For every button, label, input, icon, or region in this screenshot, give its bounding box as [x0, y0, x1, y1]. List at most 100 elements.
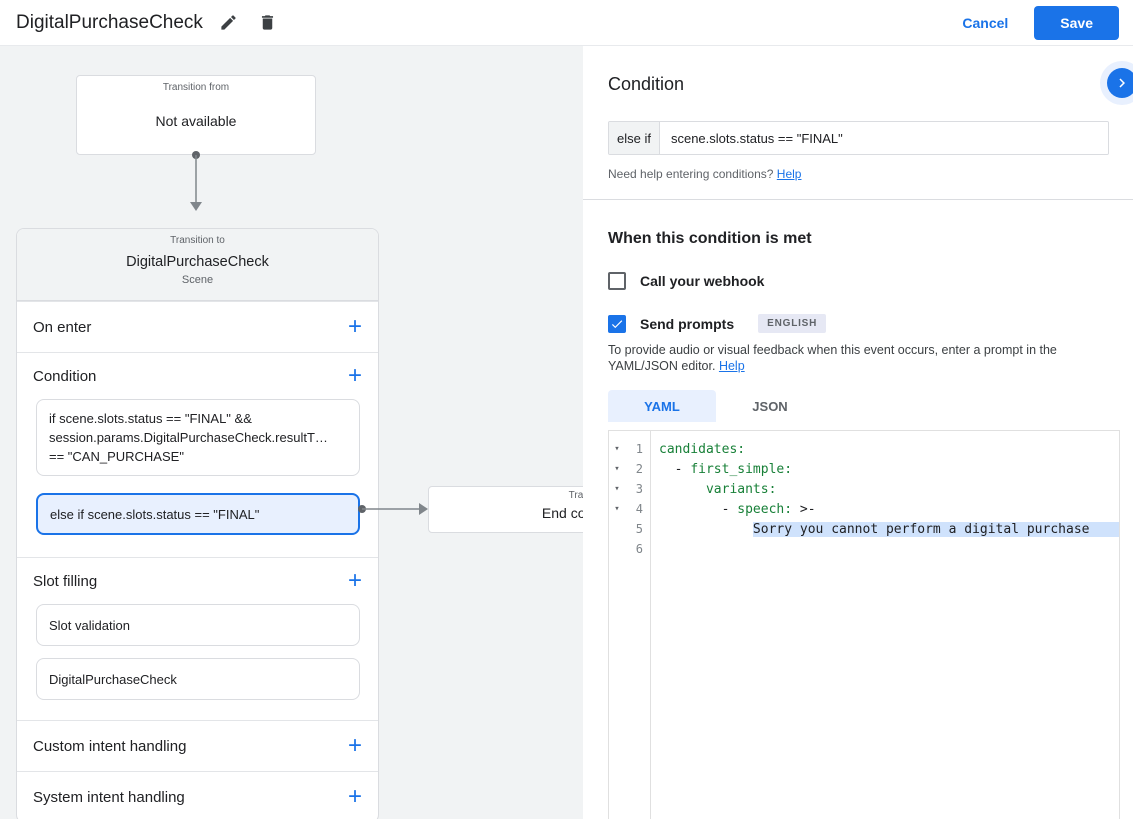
- fold-arrow-icon[interactable]: ▾: [609, 444, 625, 454]
- code-line[interactable]: - speech: >-: [651, 499, 1119, 519]
- fold-arrow-icon[interactable]: ▾: [609, 504, 625, 514]
- line-number: 4: [635, 502, 643, 516]
- code-line[interactable]: - first_simple:: [651, 459, 1119, 479]
- arrowhead-right-icon: [419, 503, 428, 515]
- add-custom-intent-button[interactable]: +: [348, 734, 362, 758]
- header-left: DigitalPurchaseCheck: [16, 9, 281, 36]
- condition-input[interactable]: [659, 122, 1108, 154]
- add-on-enter-button[interactable]: +: [348, 315, 362, 339]
- help-link[interactable]: Help: [777, 167, 802, 181]
- help-text: Need help entering conditions?: [608, 167, 774, 181]
- on-enter-row[interactable]: On enter +: [17, 302, 378, 352]
- condition-expression-row: else if: [608, 121, 1109, 155]
- add-condition-button[interactable]: +: [348, 364, 362, 388]
- fold-arrow-icon[interactable]: ▾: [609, 484, 625, 494]
- trash-icon: [261, 15, 273, 30]
- code-token: candidates:: [659, 441, 746, 457]
- webhook-row: Call your webhook: [608, 272, 1120, 290]
- section-slot-filling: Slot filling + Slot validation DigitalPu…: [17, 557, 378, 720]
- end-conversation-node[interactable]: Transition to End conversation: [428, 486, 583, 533]
- custom-intent-row[interactable]: Custom intent handling +: [17, 721, 378, 771]
- condition-if-node[interactable]: if scene.slots.status == "FINAL" && sess…: [36, 399, 360, 476]
- add-system-intent-button[interactable]: +: [348, 785, 362, 809]
- gutter-row: ▾ 3: [609, 479, 650, 499]
- section-custom-intent: Custom intent handling +: [17, 720, 378, 771]
- save-button[interactable]: Save: [1034, 5, 1119, 40]
- code-line[interactable]: [651, 539, 1119, 559]
- code-line[interactable]: Sorry you cannot perform a digital purch…: [651, 519, 1119, 539]
- prompt-description-text: To provide audio or visual feedback when…: [608, 343, 1057, 373]
- highlighted-code-token: Sorry you cannot perform a digital purch…: [752, 521, 1119, 537]
- line-number: 1: [635, 442, 643, 456]
- code-token: -: [659, 501, 738, 517]
- line-number: 5: [635, 522, 643, 536]
- code-token: first_simple:: [690, 461, 793, 477]
- line-number: 6: [635, 542, 643, 556]
- header: DigitalPurchaseCheck Cancel Save: [0, 0, 1133, 46]
- panel-divider: [583, 199, 1133, 200]
- delete-button[interactable]: [254, 9, 281, 36]
- app-root: DigitalPurchaseCheck Cancel Save Transit…: [0, 0, 1133, 819]
- edit-button[interactable]: [215, 9, 242, 36]
- code-token: speech:: [737, 501, 793, 517]
- section-condition: Condition + if scene.slots.status == "FI…: [17, 352, 378, 557]
- slot-scene-node[interactable]: DigitalPurchaseCheck: [36, 658, 360, 700]
- send-prompts-label: Send prompts: [640, 315, 735, 332]
- tab-yaml[interactable]: YAML: [608, 390, 716, 422]
- cancel-button[interactable]: Cancel: [962, 15, 1008, 31]
- condition-else-node-selected[interactable]: else if scene.slots.status == "FINAL": [36, 493, 360, 535]
- code-token: variants:: [705, 481, 777, 497]
- editor-tabs: YAML JSON: [608, 390, 1120, 422]
- section-system-intent: System intent handling +: [17, 771, 378, 819]
- transition-from-value: Not available: [155, 113, 237, 129]
- webhook-label: Call your webhook: [640, 273, 765, 289]
- pencil-icon: [221, 15, 236, 30]
- yaml-editor[interactable]: ▾ 1 ▾ 2 ▾ 3 ▾ 4 5 6 candidates: - first_simple: v…: [608, 430, 1120, 819]
- chevron-right-icon: [1119, 78, 1125, 88]
- system-intent-label: System intent handling: [33, 788, 185, 806]
- flow-canvas[interactable]: Transition from Not available Transition…: [0, 46, 583, 819]
- tab-json[interactable]: JSON: [716, 390, 824, 422]
- fold-arrow-icon[interactable]: ▾: [609, 464, 625, 474]
- editor-gutter: ▾ 1 ▾ 2 ▾ 3 ▾ 4 5 6: [609, 431, 651, 819]
- collapse-panel-button[interactable]: [1107, 68, 1133, 98]
- arrowhead-down-icon: [190, 202, 202, 211]
- editor-code[interactable]: candidates: - first_simple: variants: - …: [651, 431, 1119, 819]
- condition-panel: Condition else if Need help entering con…: [583, 46, 1133, 819]
- gutter-row: ▾ 1: [609, 439, 650, 459]
- panel-body: When this condition is met Call your web…: [583, 230, 1133, 819]
- prompt-description: To provide audio or visual feedback when…: [608, 343, 1120, 374]
- header-right: Cancel Save: [962, 5, 1119, 40]
- language-badge: ENGLISH: [758, 314, 827, 333]
- webhook-checkbox[interactable]: [608, 272, 626, 290]
- add-slot-button[interactable]: +: [348, 569, 362, 593]
- on-enter-label: On enter: [33, 318, 92, 336]
- gutter-row: ▾ 4: [609, 499, 650, 519]
- end-node-label: Transition to: [568, 490, 583, 501]
- condition-row[interactable]: Condition +: [17, 353, 378, 399]
- slot-validation-node[interactable]: Slot validation: [36, 604, 360, 646]
- code-line[interactable]: candidates:: [651, 439, 1119, 459]
- code-token: -: [659, 461, 691, 477]
- page-title: DigitalPurchaseCheck: [16, 11, 203, 33]
- send-prompts-row: Send prompts ENGLISH: [608, 314, 1120, 333]
- code-line[interactable]: variants:: [651, 479, 1119, 499]
- scene-card[interactable]: Transition to DigitalPurchaseCheck Scene…: [16, 228, 379, 819]
- condition-label: Condition: [33, 367, 97, 385]
- slot-filling-row[interactable]: Slot filling +: [17, 558, 378, 604]
- slot-filling-label: Slot filling: [33, 572, 98, 590]
- line-number: 3: [635, 482, 643, 496]
- scene-card-header: Transition to DigitalPurchaseCheck Scene: [17, 229, 378, 301]
- send-prompts-checkbox[interactable]: [608, 314, 626, 333]
- system-intent-row[interactable]: System intent handling +: [17, 772, 378, 819]
- code-token: >-: [792, 501, 816, 517]
- scene-title: DigitalPurchaseCheck: [126, 254, 269, 270]
- panel-header: Condition else if Need help entering con…: [583, 46, 1133, 181]
- scene-subtitle: Scene: [181, 274, 214, 286]
- line-number: 2: [635, 462, 643, 476]
- description-help-link[interactable]: Help: [719, 359, 745, 373]
- panel-title: Condition: [608, 74, 685, 94]
- transition-from-node[interactable]: Transition from Not available: [76, 75, 316, 155]
